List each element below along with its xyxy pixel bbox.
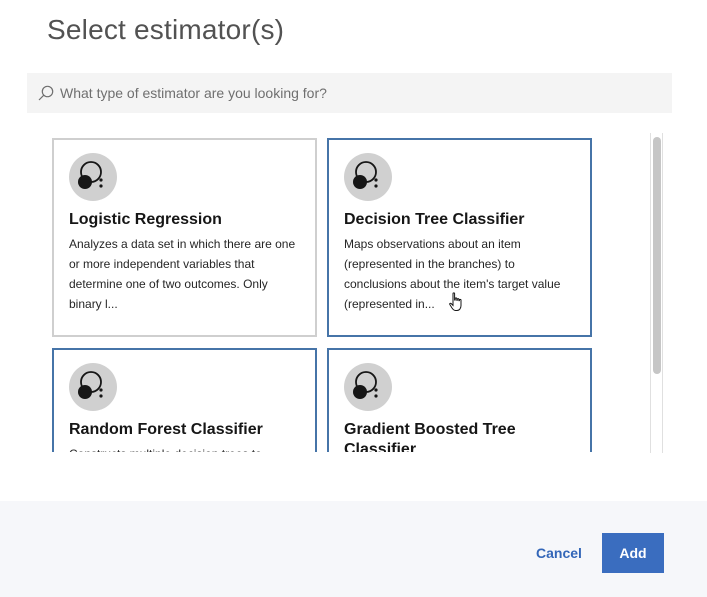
scrollbar[interactable] <box>650 133 663 453</box>
estimator-grid: Logistic Regression Analyzes a data set … <box>52 136 592 452</box>
estimator-name: Random Forest Classifier <box>69 421 263 438</box>
search-icon <box>38 85 54 101</box>
page-title: Select estimator(s) <box>47 14 285 45</box>
estimator-card-logistic-regression[interactable]: Logistic Regression Analyzes a data set … <box>52 138 317 337</box>
estimator-icon <box>344 153 392 201</box>
estimator-name: Gradient Boosted Tree Classifier <box>344 421 516 452</box>
scrollbar-thumb[interactable] <box>653 137 661 374</box>
estimator-card-random-forest-classifier[interactable]: Random Forest Classifier Constructs mult… <box>52 348 317 452</box>
hand-cursor-icon <box>449 292 462 311</box>
estimator-description: Analyzes a data set in which there are o… <box>69 237 296 311</box>
estimator-icon <box>69 153 117 201</box>
dialog-footer: Cancel Add <box>0 501 707 597</box>
estimator-card-gradient-boosted-tree-classifier[interactable]: Gradient Boosted Tree Classifier <box>327 348 592 452</box>
estimator-icon <box>344 363 392 411</box>
estimator-icon <box>69 363 117 411</box>
cancel-button[interactable]: Cancel <box>530 533 588 573</box>
estimator-description: Constructs multiple decision trees to <box>69 444 301 452</box>
add-button[interactable]: Add <box>602 533 664 573</box>
search-bar[interactable] <box>27 73 672 113</box>
search-input[interactable] <box>60 73 660 113</box>
estimator-name: Decision Tree Classifier <box>344 211 525 228</box>
estimator-name: Logistic Regression <box>69 211 222 228</box>
